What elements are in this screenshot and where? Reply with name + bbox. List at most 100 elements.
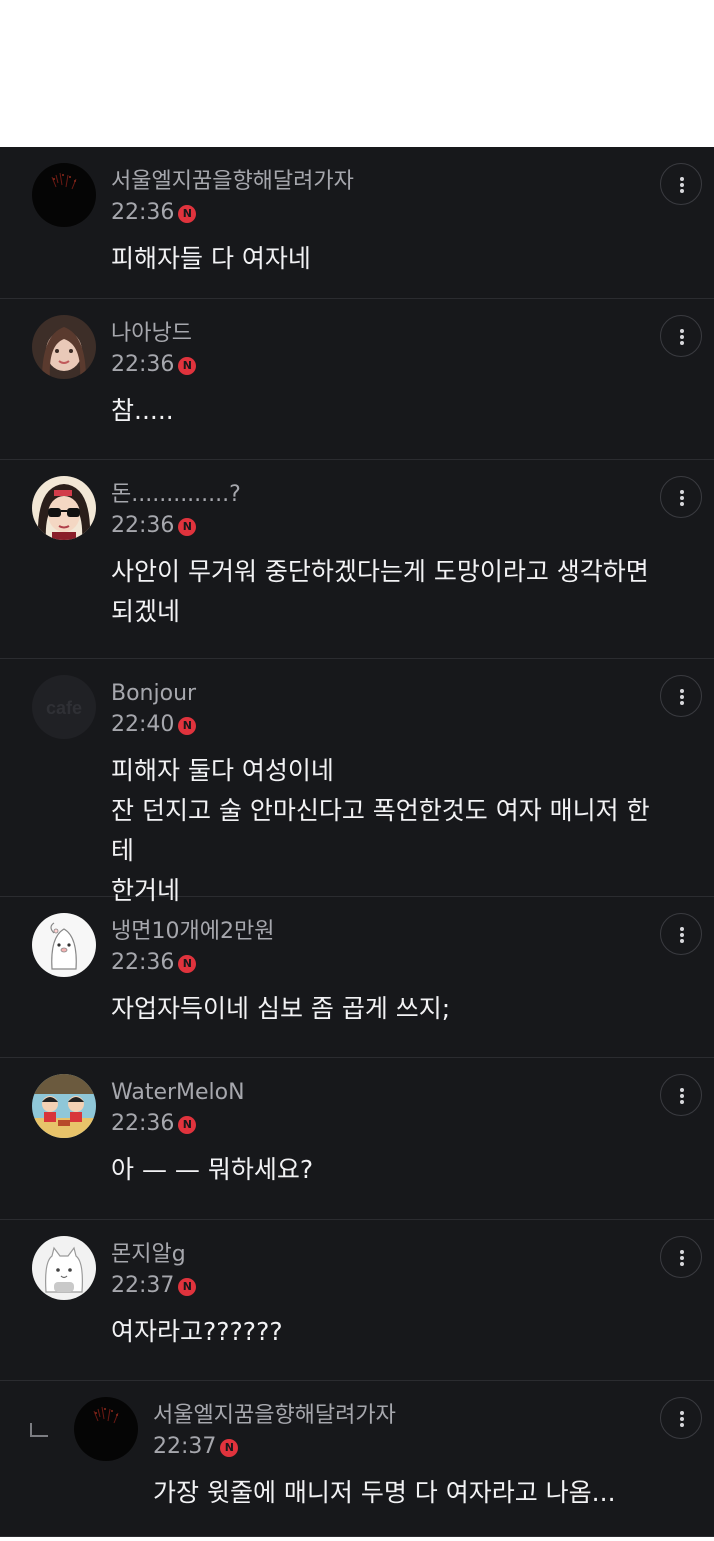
more-dot-icon xyxy=(680,183,684,187)
more-dot-icon xyxy=(680,1417,684,1421)
more-options-button[interactable] xyxy=(660,913,702,955)
more-dot-icon xyxy=(680,189,684,193)
top-blank-area xyxy=(0,0,714,147)
more-dot-icon xyxy=(680,701,684,705)
comment-list: 서울엘지꿈을향해달려가자 22:36 N 피해자들 다 여자네 나아낭드 22:36 N 참.… xyxy=(0,147,714,1537)
avatar[interactable]: cafe xyxy=(32,675,96,739)
comment-item: 몬지알g 22:37 N 여자라고?????? xyxy=(0,1220,714,1381)
comment-timestamp: 22:36 xyxy=(111,200,175,225)
more-dot-icon xyxy=(680,1100,684,1104)
more-options-button[interactable] xyxy=(660,476,702,518)
comment-time: 22:36 N xyxy=(111,948,197,978)
new-badge-icon: N xyxy=(220,1439,239,1457)
comment-text-line: 피해자들 다 여자네 xyxy=(111,244,311,273)
new-badge-icon: N xyxy=(178,357,197,375)
comment-time: 22:37 N xyxy=(153,1432,239,1462)
comment-nickname[interactable]: 서울엘지꿈을향해달려가자 xyxy=(153,1401,396,1431)
comment-time: 22:40 N xyxy=(111,710,197,740)
more-dot-icon xyxy=(680,1423,684,1427)
svg-text:cafe: cafe xyxy=(46,698,82,718)
more-dot-icon xyxy=(680,695,684,699)
more-dot-icon xyxy=(680,329,684,333)
comment-body: 여자라고?????? xyxy=(111,1312,671,1352)
more-options-button[interactable] xyxy=(660,675,702,717)
more-dot-icon xyxy=(680,689,684,693)
comment-text-line: 잔 던지고 술 안마신다고 폭언한것도 여자 매니저 한테 xyxy=(111,796,650,865)
reply-arrow-icon xyxy=(30,1423,48,1437)
comment-time: 22:36 N xyxy=(111,1109,197,1139)
more-options-button[interactable] xyxy=(660,1074,702,1116)
new-badge-icon: N xyxy=(178,205,197,223)
avatar[interactable] xyxy=(32,913,96,977)
avatar[interactable] xyxy=(32,315,96,379)
comment-text-line: 피해자 둘다 여성이네 xyxy=(111,756,334,785)
comment-item: cafe Bonjour 22:40 N 피해자 둘다 여성이네잔 던지고 술 안마신다… xyxy=(0,659,714,905)
new-badge-icon: N xyxy=(178,518,197,536)
more-options-button[interactable] xyxy=(660,1236,702,1278)
comment-item: 돈..............? 22:36 N 사안이 무거워 중단하겠다는게 도망… xyxy=(0,460,714,659)
comment-body: 참..... xyxy=(111,391,671,431)
comment-body: 사안이 무거워 중단하겠다는게 도망이라고 생각하면되겠네 xyxy=(111,552,671,632)
comment-nickname[interactable]: 몬지알g xyxy=(111,1240,186,1270)
comment-nickname[interactable]: 냉면10개에2만원 xyxy=(111,917,274,947)
more-dot-icon xyxy=(680,177,684,181)
comment-text-line: 아 — — 뭐하세요? xyxy=(111,1155,314,1184)
comment-timestamp: 22:36 xyxy=(111,1111,175,1136)
more-dot-icon xyxy=(680,1094,684,1098)
more-dot-icon xyxy=(680,496,684,500)
comment-timestamp: 22:37 xyxy=(111,1273,175,1298)
comment-nickname[interactable]: Bonjour xyxy=(111,679,196,709)
new-badge-icon: N xyxy=(178,955,197,973)
comment-item: 나아낭드 22:36 N 참..... xyxy=(0,299,714,460)
comment-timestamp: 22:36 xyxy=(111,950,175,975)
comment-timestamp: 22:36 xyxy=(111,352,175,377)
comment-timestamp: 22:40 xyxy=(111,712,175,737)
comment-time: 22:36 N xyxy=(111,511,197,541)
comment-timestamp: 22:36 xyxy=(111,513,175,538)
comment-body: 아 — — 뭐하세요? xyxy=(111,1150,671,1190)
comment-body: 가장 윗줄에 매니저 두명 다 여자라고 나옴... xyxy=(153,1473,713,1513)
avatar[interactable] xyxy=(32,163,96,227)
more-options-button[interactable] xyxy=(660,315,702,357)
comment-text-line: 가장 윗줄에 매니저 두명 다 여자라고 나옴... xyxy=(153,1478,616,1507)
comment-nickname[interactable]: 나아낭드 xyxy=(111,319,192,349)
more-dot-icon xyxy=(680,933,684,937)
more-dot-icon xyxy=(680,939,684,943)
more-dot-icon xyxy=(680,1262,684,1266)
bottom-blank-area xyxy=(0,1537,714,1541)
more-dot-icon xyxy=(680,341,684,345)
comment-text-line: 여자라고?????? xyxy=(111,1317,283,1346)
comment-nickname[interactable]: 서울엘지꿈을향해달려가자 xyxy=(111,167,354,197)
more-dot-icon xyxy=(680,335,684,339)
more-dot-icon xyxy=(680,927,684,931)
more-options-button[interactable] xyxy=(660,1397,702,1439)
comment-item: WaterMeloN 22:36 N 아 — — 뭐하세요? xyxy=(0,1058,714,1220)
avatar[interactable] xyxy=(32,476,96,540)
reply-comment-item: 서울엘지꿈을향해달려가자 22:37 N 가장 윗줄에 매니저 두명 다 여자라고 나… xyxy=(0,1381,714,1537)
new-badge-icon: N xyxy=(178,1278,197,1296)
comment-time: 22:36 N xyxy=(111,198,197,228)
comment-item: 냉면10개에2만원 22:36 N 자업자득이네 심보 좀 곱게 쓰지; xyxy=(0,897,714,1058)
more-dot-icon xyxy=(680,502,684,506)
avatar[interactable] xyxy=(74,1397,138,1461)
comment-body: 자업자득이네 심보 좀 곱게 쓰지; xyxy=(111,989,671,1029)
avatar[interactable] xyxy=(32,1074,96,1138)
more-dot-icon xyxy=(680,1411,684,1415)
comment-nickname[interactable]: 돈..............? xyxy=(111,480,241,510)
comment-time: 22:37 N xyxy=(111,1271,197,1301)
new-badge-icon: N xyxy=(178,1116,197,1134)
avatar[interactable] xyxy=(32,1236,96,1300)
comment-text-line: 참..... xyxy=(111,396,174,425)
comment-item: 서울엘지꿈을향해달려가자 22:36 N 피해자들 다 여자네 xyxy=(0,147,714,299)
more-dot-icon xyxy=(680,1250,684,1254)
comment-text-line: 사안이 무거워 중단하겠다는게 도망이라고 생각하면 xyxy=(111,557,649,586)
more-dot-icon xyxy=(680,490,684,494)
more-dot-icon xyxy=(680,1256,684,1260)
more-dot-icon xyxy=(680,1088,684,1092)
comment-nickname[interactable]: WaterMeloN xyxy=(111,1078,245,1108)
more-options-button[interactable] xyxy=(660,163,702,205)
comment-body: 피해자들 다 여자네 xyxy=(111,239,671,279)
comment-time: 22:36 N xyxy=(111,350,197,380)
comment-timestamp: 22:37 xyxy=(153,1434,217,1459)
comment-text-line: 되겠네 xyxy=(111,597,181,626)
